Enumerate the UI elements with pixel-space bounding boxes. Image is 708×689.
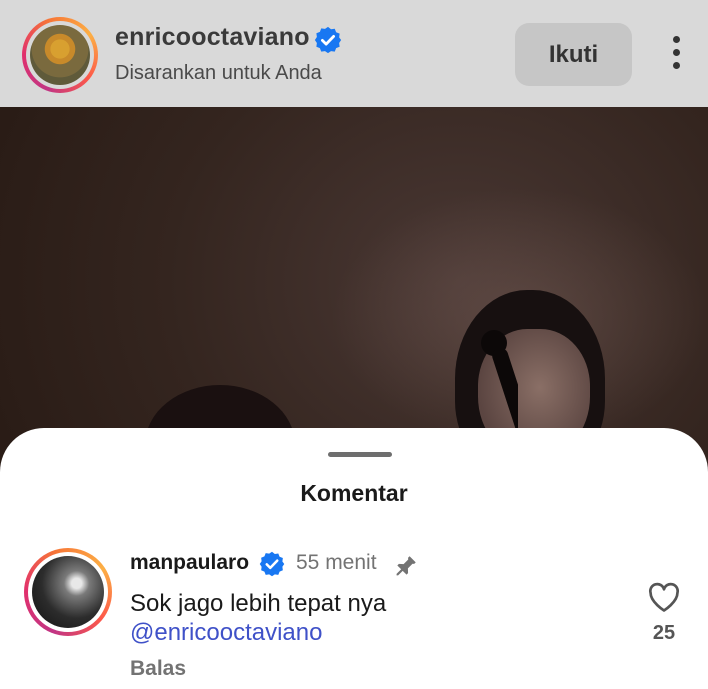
verified-badge-icon	[314, 26, 342, 54]
post-author-avatar[interactable]	[22, 17, 98, 93]
commenter-username[interactable]: manpaularo	[130, 551, 249, 575]
avatar-image	[32, 556, 104, 628]
post-header: enricooctaviano Disarankan untuk Anda Ik…	[0, 0, 708, 107]
commenter-avatar[interactable]	[24, 548, 112, 636]
reply-button[interactable]: Balas	[130, 657, 186, 681]
sheet-title: Komentar	[300, 480, 408, 506]
follow-button[interactable]: Ikuti	[515, 23, 632, 86]
pin-icon	[396, 556, 416, 576]
drag-handle[interactable]	[328, 452, 392, 457]
comment-text: Sok jago lebih tepat nya	[130, 590, 387, 617]
verified-badge-icon	[259, 551, 285, 577]
like-count: 25	[652, 622, 676, 644]
post-author-username[interactable]: enricooctaviano	[115, 23, 310, 52]
post-suggestion-label: Disarankan untuk Anda	[115, 62, 322, 84]
more-options-icon[interactable]	[664, 36, 688, 76]
comments-sheet: Komentar manpaularo 55 menit Sok jago le…	[0, 428, 708, 689]
heart-icon[interactable]	[647, 581, 681, 613]
avatar-image	[30, 25, 90, 85]
comment-timestamp: 55 menit	[296, 551, 377, 574]
comment-mention-link[interactable]: @enricooctaviano	[130, 619, 322, 647]
